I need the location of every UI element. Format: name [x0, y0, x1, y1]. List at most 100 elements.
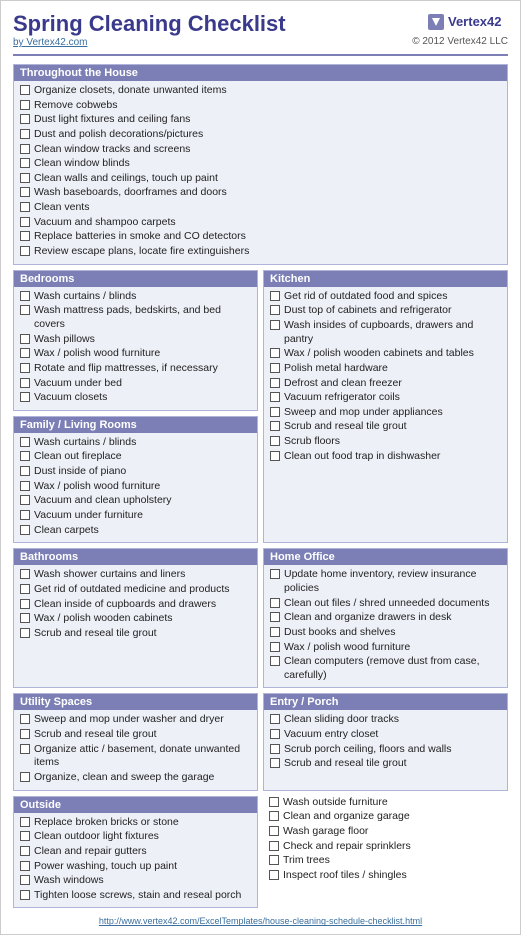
checkbox[interactable] — [270, 305, 280, 315]
checkbox[interactable] — [20, 510, 30, 520]
list-item: Wax / polish wooden cabinets — [20, 612, 251, 626]
list-item: Review escape plans, locate fire extingu… — [20, 245, 501, 259]
checkbox[interactable] — [20, 85, 30, 95]
item-text: Wash curtains / blinds — [34, 436, 136, 450]
checkbox[interactable] — [270, 598, 280, 608]
checkbox[interactable] — [20, 246, 30, 256]
checkbox[interactable] — [20, 334, 30, 344]
checkbox[interactable] — [270, 569, 280, 579]
checkbox[interactable] — [270, 291, 280, 301]
checkbox[interactable] — [20, 114, 30, 124]
list-item: Get rid of outdated food and spices — [270, 290, 501, 304]
checkbox[interactable] — [269, 826, 279, 836]
checkbox[interactable] — [20, 231, 30, 241]
checkbox[interactable] — [20, 437, 30, 447]
checkbox[interactable] — [270, 421, 280, 431]
checkbox[interactable] — [20, 363, 30, 373]
checkbox[interactable] — [20, 392, 30, 402]
checkbox[interactable] — [270, 363, 280, 373]
section-utility: Utility SpacesSweep and mop under washer… — [13, 693, 258, 790]
checkbox[interactable] — [20, 291, 30, 301]
item-text: Get rid of outdated medicine and product… — [34, 583, 230, 597]
list-item: Update home inventory, review insurance … — [270, 568, 501, 595]
checkbox[interactable] — [269, 855, 279, 865]
checkbox[interactable] — [270, 729, 280, 739]
checkbox[interactable] — [270, 392, 280, 402]
checkbox[interactable] — [270, 642, 280, 652]
list-item: Wash curtains / blinds — [20, 290, 251, 304]
checkbox[interactable] — [269, 811, 279, 821]
checkbox[interactable] — [20, 584, 30, 594]
item-text: Defrost and clean freezer — [284, 377, 402, 391]
list-item: Inspect roof tiles / shingles — [269, 869, 502, 883]
checkbox[interactable] — [20, 744, 30, 754]
list-item: Scrub porch ceiling, floors and walls — [270, 743, 501, 757]
item-text: Replace broken bricks or stone — [34, 816, 179, 830]
checkbox[interactable] — [269, 797, 279, 807]
item-text: Update home inventory, review insurance … — [284, 568, 501, 595]
checkbox[interactable] — [270, 320, 280, 330]
checkbox[interactable] — [270, 407, 280, 417]
checkbox[interactable] — [20, 890, 30, 900]
checkbox[interactable] — [270, 758, 280, 768]
checkbox[interactable] — [20, 628, 30, 638]
checkbox[interactable] — [270, 612, 280, 622]
checkbox[interactable] — [20, 817, 30, 827]
checkbox[interactable] — [20, 129, 30, 139]
checkbox[interactable] — [20, 875, 30, 885]
checkbox[interactable] — [270, 451, 280, 461]
item-text: Clean outdoor light fixtures — [34, 830, 159, 844]
checkbox[interactable] — [20, 772, 30, 782]
checkbox[interactable] — [270, 656, 280, 666]
checkbox[interactable] — [270, 348, 280, 358]
section-header-utility: Utility Spaces — [14, 694, 257, 710]
checkbox[interactable] — [20, 599, 30, 609]
checkbox[interactable] — [20, 305, 30, 315]
checkbox[interactable] — [20, 378, 30, 388]
checkbox[interactable] — [269, 841, 279, 851]
checkbox[interactable] — [20, 846, 30, 856]
section-family: Family / Living RoomsWash curtains / bli… — [13, 416, 258, 543]
list-item: Wash shower curtains and liners — [20, 568, 251, 582]
section-entry: Entry / PorchClean sliding door tracksVa… — [263, 693, 508, 790]
checkbox[interactable] — [20, 613, 30, 623]
list-item: Dust top of cabinets and refrigerator — [270, 304, 501, 318]
list-item: Dust light fixtures and ceiling fans — [20, 113, 501, 127]
item-text: Scrub and reseal tile grout — [284, 757, 407, 771]
checkbox[interactable] — [20, 202, 30, 212]
checkbox[interactable] — [20, 569, 30, 579]
item-text: Tighten loose screws, stain and reseal p… — [34, 889, 241, 903]
checkbox[interactable] — [270, 627, 280, 637]
checkbox[interactable] — [270, 436, 280, 446]
footer-url[interactable]: http://www.vertex42.com/ExcelTemplates/h… — [13, 916, 508, 926]
checkbox[interactable] — [270, 744, 280, 754]
list-item: Clean outdoor light fixtures — [20, 830, 251, 844]
checkbox[interactable] — [20, 861, 30, 871]
checkbox[interactable] — [20, 348, 30, 358]
item-text: Wax / polish wooden cabinets — [34, 612, 173, 626]
checkbox[interactable] — [270, 714, 280, 724]
checkbox[interactable] — [20, 187, 30, 197]
checkbox[interactable] — [20, 466, 30, 476]
item-text: Wash garage floor — [283, 825, 368, 839]
checkbox[interactable] — [269, 870, 279, 880]
checkbox[interactable] — [20, 217, 30, 227]
item-text: Scrub and reseal tile grout — [34, 627, 157, 641]
checkbox[interactable] — [20, 714, 30, 724]
checkbox[interactable] — [20, 831, 30, 841]
item-text: Dust and polish decorations/pictures — [34, 128, 203, 142]
checkbox[interactable] — [270, 378, 280, 388]
checkbox[interactable] — [20, 451, 30, 461]
checkbox[interactable] — [20, 481, 30, 491]
item-text: Clean walls and ceilings, touch up paint — [34, 172, 218, 186]
list-item: Clean vents — [20, 201, 501, 215]
checkbox[interactable] — [20, 100, 30, 110]
checkbox[interactable] — [20, 173, 30, 183]
checkbox[interactable] — [20, 525, 30, 535]
checkbox[interactable] — [20, 144, 30, 154]
checkbox[interactable] — [20, 158, 30, 168]
item-text: Dust books and shelves — [284, 626, 395, 640]
checkbox[interactable] — [20, 729, 30, 739]
checkbox[interactable] — [20, 495, 30, 505]
list-item: Remove cobwebs — [20, 99, 501, 113]
